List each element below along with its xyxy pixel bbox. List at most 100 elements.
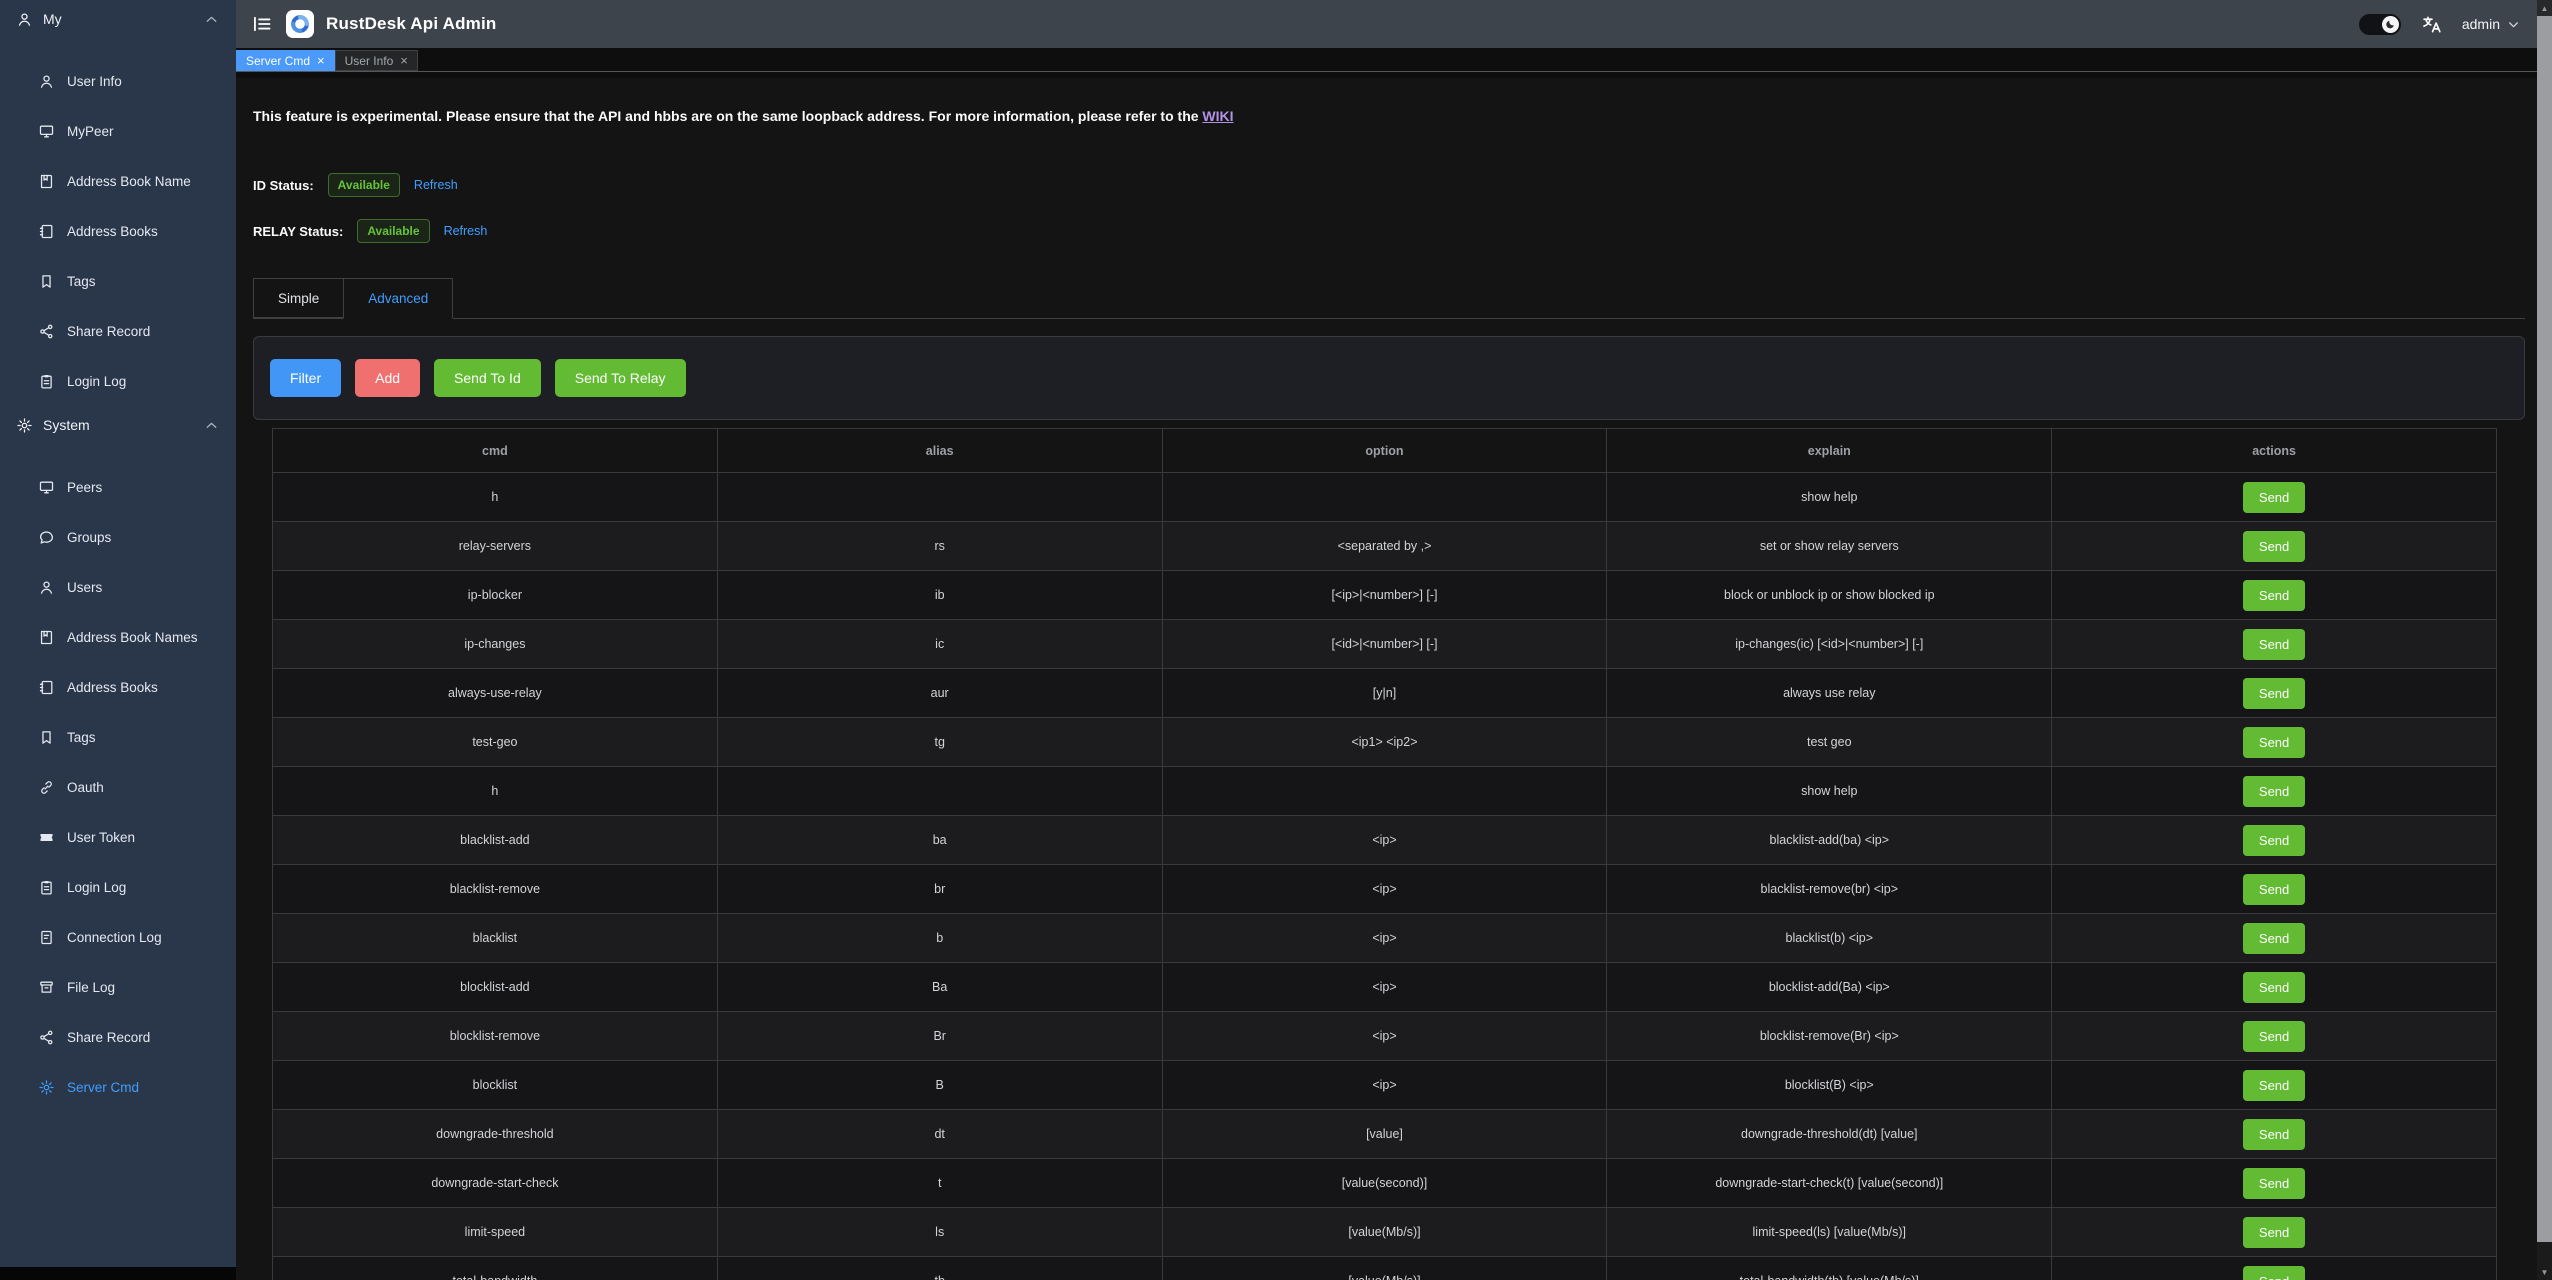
cell-explain: blocklist(B) <ip> bbox=[1607, 1061, 2052, 1110]
mode-tabs: SimpleAdvanced bbox=[253, 278, 2525, 319]
wiki-link[interactable]: WIKI bbox=[1202, 108, 1233, 124]
send-to-relay-button[interactable]: Send To Relay bbox=[555, 359, 686, 397]
chevron-down-icon bbox=[2507, 18, 2520, 31]
cell-alias: B bbox=[717, 1061, 1162, 1110]
cell-cmd: h bbox=[273, 767, 718, 816]
sidebar-item-address-book-names[interactable]: Address Book Names bbox=[0, 612, 236, 662]
mode-tab-simple[interactable]: Simple bbox=[253, 278, 344, 318]
table-row: ip-changesic[<id>|<number>] [-]ip-change… bbox=[273, 620, 2497, 669]
send-button[interactable]: Send bbox=[2243, 923, 2305, 954]
user-menu[interactable]: admin bbox=[2462, 16, 2520, 32]
cell-option: [value] bbox=[1162, 1110, 1607, 1159]
cell-alias: Br bbox=[717, 1012, 1162, 1061]
sidebar-item-label: Users bbox=[67, 580, 102, 595]
cell-explain: always use relay bbox=[1607, 669, 2052, 718]
table-row: always-use-relayaur[y|n]always use relay… bbox=[273, 669, 2497, 718]
cell-actions: Send bbox=[2052, 1061, 2497, 1110]
send-button[interactable]: Send bbox=[2243, 727, 2305, 758]
table-row: h show help Send bbox=[273, 767, 2497, 816]
cell-actions: Send bbox=[2052, 1208, 2497, 1257]
mode-tab-advanced[interactable]: Advanced bbox=[343, 278, 453, 319]
relay-status-refresh-link[interactable]: Refresh bbox=[444, 224, 488, 238]
send-button[interactable]: Send bbox=[2243, 678, 2305, 709]
close-icon[interactable] bbox=[400, 54, 408, 67]
table-row: relay-serversrs<separated by ,>set or sh… bbox=[273, 522, 2497, 571]
cell-actions: Send bbox=[2052, 1159, 2497, 1208]
send-button[interactable]: Send bbox=[2243, 1070, 2305, 1101]
cell-explain: show help bbox=[1607, 473, 2052, 522]
section-title-label: System bbox=[43, 417, 90, 433]
cell-option: [value(Mb/s)] bbox=[1162, 1257, 1607, 1280]
sidebar-item-mypeer[interactable]: MyPeer bbox=[0, 106, 236, 156]
sidebar-section-system[interactable]: System bbox=[0, 406, 236, 444]
cell-actions: Send bbox=[2052, 767, 2497, 816]
send-button[interactable]: Send bbox=[2243, 1119, 2305, 1150]
sidebar-item-oauth[interactable]: Oauth bbox=[0, 762, 236, 812]
cell-alias: Ba bbox=[717, 963, 1162, 1012]
add-button[interactable]: Add bbox=[355, 359, 420, 397]
cell-cmd: ip-changes bbox=[273, 620, 718, 669]
sidebar-item-server-cmd[interactable]: Server Cmd bbox=[0, 1062, 236, 1112]
sidebar-item-connection-log[interactable]: Connection Log bbox=[0, 912, 236, 962]
send-button[interactable]: Send bbox=[2243, 972, 2305, 1003]
send-button[interactable]: Send bbox=[2243, 1217, 2305, 1248]
sidebar-item-users[interactable]: Users bbox=[0, 562, 236, 612]
sidebar-item-share-record[interactable]: Share Record bbox=[0, 1012, 236, 1062]
cell-alias: dt bbox=[717, 1110, 1162, 1159]
send-button[interactable]: Send bbox=[2243, 1266, 2305, 1280]
sidebar-item-user-info[interactable]: User Info bbox=[0, 56, 236, 106]
cell-actions: Send bbox=[2052, 914, 2497, 963]
cell-option bbox=[1162, 767, 1607, 816]
scrollbar-thumb[interactable] bbox=[2537, 16, 2552, 1242]
sidebar-section-my[interactable]: My bbox=[0, 0, 236, 38]
close-icon[interactable] bbox=[317, 54, 325, 67]
send-button[interactable]: Send bbox=[2243, 825, 2305, 856]
sidebar-item-tags[interactable]: Tags bbox=[0, 712, 236, 762]
sidebar-item-user-token[interactable]: User Token bbox=[0, 812, 236, 862]
sidebar-item-label: Share Record bbox=[67, 1030, 150, 1045]
sidebar-item-tags[interactable]: Tags bbox=[0, 256, 236, 306]
sidebar-item-address-book-name[interactable]: Address Book Name bbox=[0, 156, 236, 206]
send-button[interactable]: Send bbox=[2243, 482, 2305, 513]
scroll-up-arrow-icon[interactable]: ▲ bbox=[2537, 0, 2552, 16]
cell-cmd: blacklist-add bbox=[273, 816, 718, 865]
sidebar-item-login-log[interactable]: Login Log bbox=[0, 356, 236, 406]
cell-cmd: downgrade-threshold bbox=[273, 1110, 718, 1159]
filter-button[interactable]: Filter bbox=[270, 359, 341, 397]
sidebar-item-label: User Token bbox=[67, 830, 135, 845]
sidebar-item-address-books[interactable]: Address Books bbox=[0, 662, 236, 712]
sidebar-item-groups[interactable]: Groups bbox=[0, 512, 236, 562]
id-status-refresh-link[interactable]: Refresh bbox=[414, 178, 458, 192]
send-button[interactable]: Send bbox=[2243, 1168, 2305, 1199]
send-button[interactable]: Send bbox=[2243, 580, 2305, 611]
relay-status-row: RELAY Status: Available Refresh bbox=[253, 219, 487, 243]
sidebar-nav: MyUser InfoMyPeerAddress Book NameAddres… bbox=[0, 0, 236, 1112]
window-tab-user-info[interactable]: User Info bbox=[335, 50, 418, 71]
send-button[interactable]: Send bbox=[2243, 1021, 2305, 1052]
translate-icon[interactable] bbox=[2421, 14, 2442, 35]
cell-option bbox=[1162, 473, 1607, 522]
cell-cmd: blocklist-remove bbox=[273, 1012, 718, 1061]
sidebar-item-peers[interactable]: Peers bbox=[0, 462, 236, 512]
table-row: limit-speedls[value(Mb/s)]limit-speed(ls… bbox=[273, 1208, 2497, 1257]
send-button[interactable]: Send bbox=[2243, 629, 2305, 660]
send-button[interactable]: Send bbox=[2243, 531, 2305, 562]
send-button[interactable]: Send bbox=[2243, 874, 2305, 905]
window-tab-server-cmd[interactable]: Server Cmd bbox=[236, 50, 335, 71]
sidebar-item-login-log[interactable]: Login Log bbox=[0, 862, 236, 912]
cell-explain: show help bbox=[1607, 767, 2052, 816]
sidebar-item-file-log[interactable]: File Log bbox=[0, 962, 236, 1012]
send-button[interactable]: Send bbox=[2243, 776, 2305, 807]
scroll-down-arrow-icon[interactable]: ▼ bbox=[2537, 1264, 2552, 1280]
cell-explain: blocklist-remove(Br) <ip> bbox=[1607, 1012, 2052, 1061]
sidebar-item-share-record[interactable]: Share Record bbox=[0, 306, 236, 356]
sidebar-bottom-gap bbox=[0, 1267, 236, 1280]
theme-toggle[interactable] bbox=[2359, 14, 2401, 35]
sidebar-item-address-books[interactable]: Address Books bbox=[0, 206, 236, 256]
table-row: blocklist-addBa<ip>blocklist-add(Ba) <ip… bbox=[273, 963, 2497, 1012]
cell-alias: ls bbox=[717, 1208, 1162, 1257]
send-to-id-button[interactable]: Send To Id bbox=[434, 359, 541, 397]
rustdesk-logo bbox=[286, 10, 314, 38]
sidebar-fold-icon[interactable] bbox=[252, 14, 272, 34]
vertical-scrollbar[interactable]: ▲ ▼ bbox=[2537, 0, 2552, 1280]
